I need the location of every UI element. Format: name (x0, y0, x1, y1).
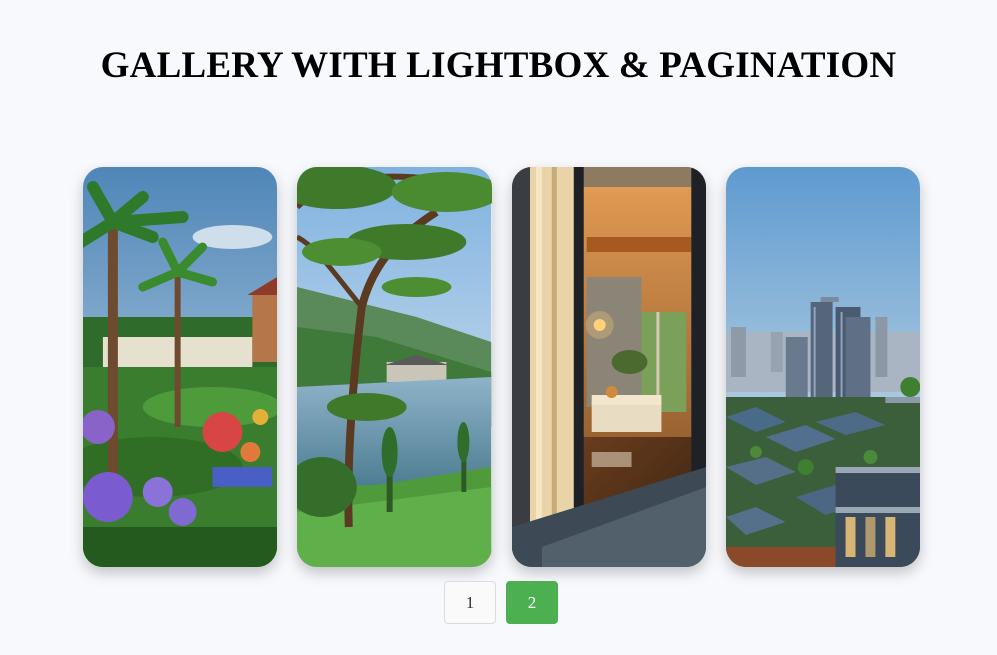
page-title: GALLERY WITH LIGHTBOX & PAGINATION (100, 45, 897, 86)
page-2-button[interactable]: 2 (506, 581, 558, 624)
gallery-grid (83, 167, 920, 567)
gallery-image-interior[interactable] (511, 167, 706, 567)
garden-image (83, 167, 278, 567)
lake-image (297, 167, 492, 567)
city-image (725, 167, 920, 567)
gallery-image-city[interactable] (725, 167, 920, 567)
gallery-image-garden[interactable] (83, 167, 278, 567)
page-1-button[interactable]: 1 (444, 581, 496, 624)
gallery-image-lake[interactable] (297, 167, 492, 567)
pagination: 1 2 (444, 581, 558, 624)
interior-image (511, 167, 706, 567)
